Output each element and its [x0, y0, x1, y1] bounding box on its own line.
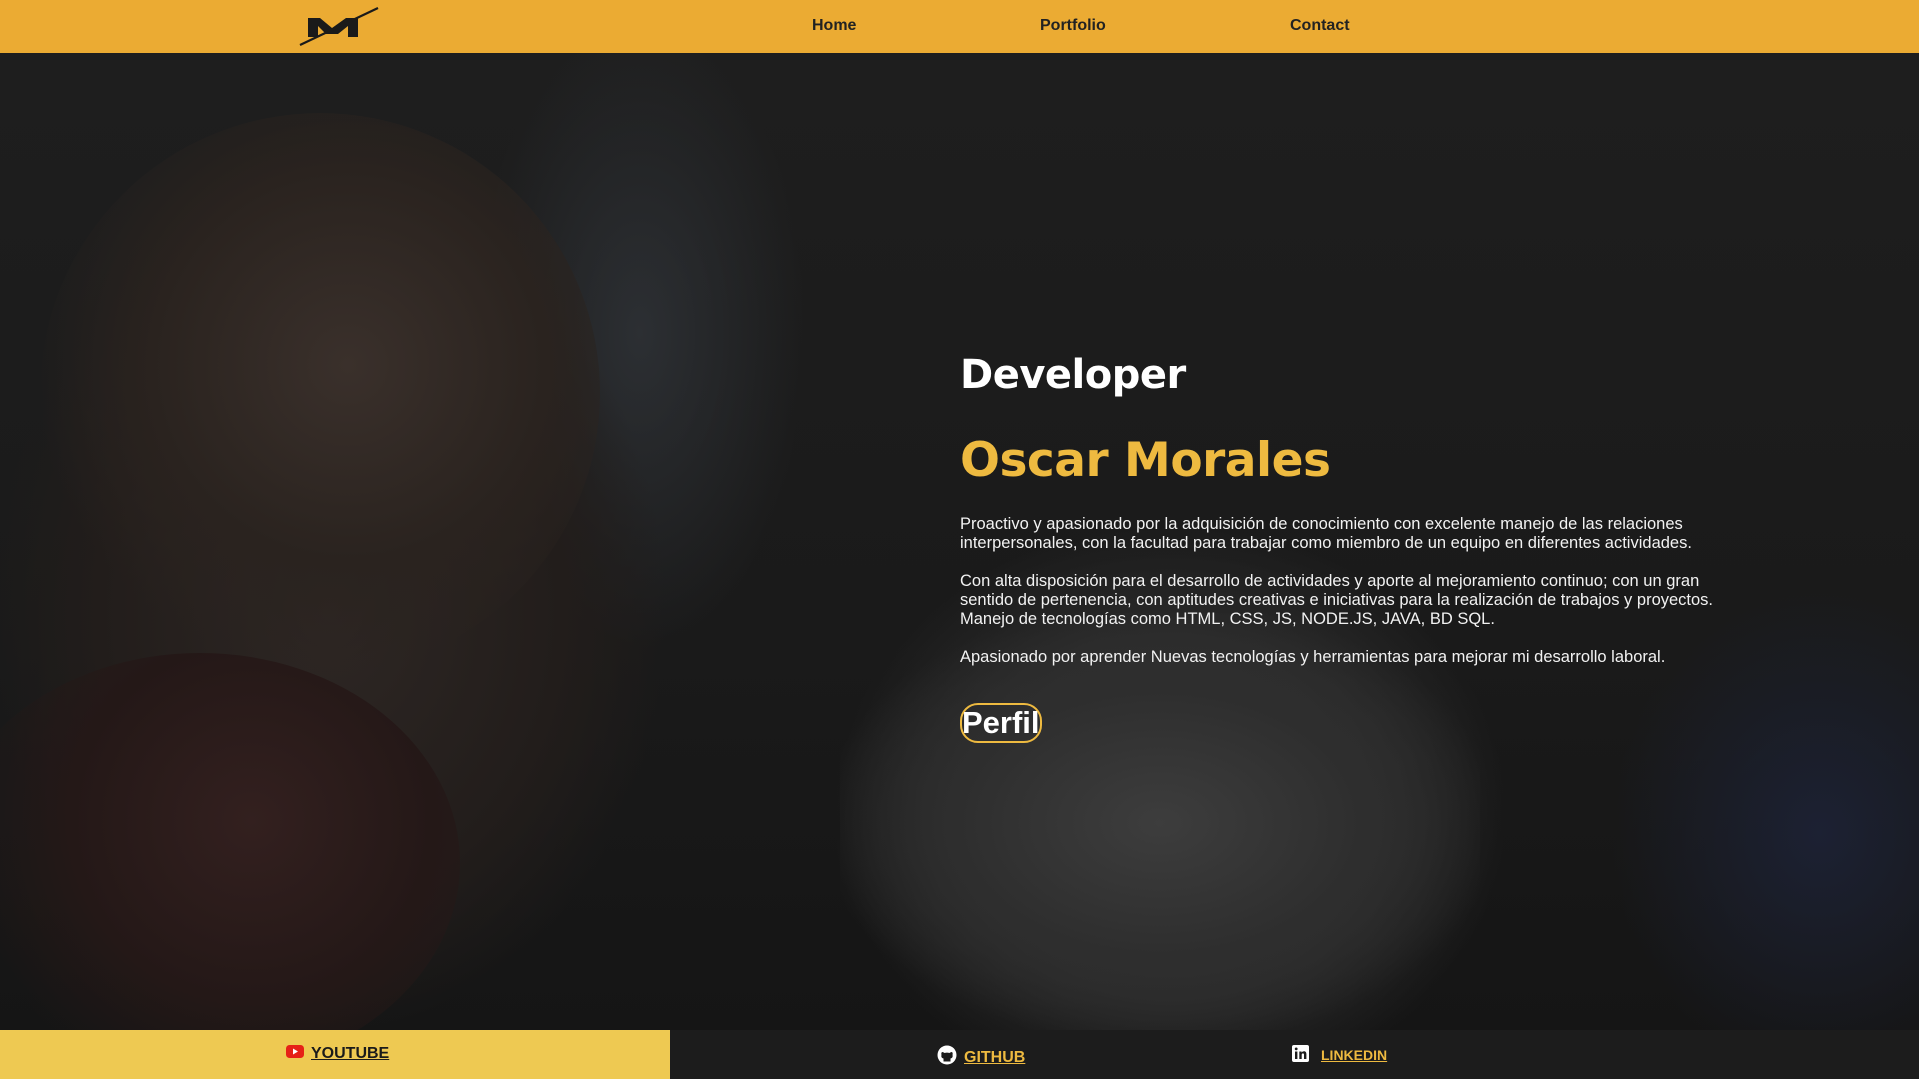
youtube-icon [286, 1045, 304, 1063]
youtube-link[interactable]: YOUTUBE [286, 1045, 389, 1063]
developer-name: Oscar Morales [960, 433, 1331, 488]
hero-section: Developer Oscar Morales Proactivo y apas… [0, 53, 1919, 1030]
github-icon [937, 1045, 957, 1070]
github-link[interactable]: GITHUB [937, 1045, 1025, 1070]
top-navbar: Home Portfolio Contact [0, 0, 1919, 53]
background-photo-shirt [0, 653, 460, 1030]
github-label: GITHUB [964, 1048, 1026, 1066]
logo-link[interactable] [298, 5, 380, 49]
bio-paragraph-2: Con alta disposición para el desarrollo … [960, 572, 1714, 628]
role-title: Developer [960, 352, 1186, 398]
nav-contact[interactable]: Contact [1290, 17, 1350, 35]
bio-paragraph-1: Proactivo y apasionado por la adquisició… [960, 515, 1692, 552]
hero-content: Developer Oscar Morales Proactivo y apas… [960, 351, 1740, 743]
bio-paragraph-3: Apasionado por aprender Nuevas tecnologí… [960, 648, 1666, 666]
nav-home[interactable]: Home [812, 17, 856, 35]
linkedin-icon [1292, 1045, 1309, 1065]
social-footer: YOUTUBE GITHUB LINKEDIN [0, 1030, 1919, 1079]
linkedin-link[interactable]: LINKEDIN [1292, 1045, 1387, 1065]
background-photo [40, 113, 600, 673]
youtube-label: YOUTUBE [311, 1045, 390, 1062]
nav-portfolio[interactable]: Portfolio [1040, 17, 1106, 35]
profile-button[interactable]: Perfil [960, 703, 1042, 743]
linkedin-label: LINKEDIN [1321, 1047, 1388, 1063]
logo-m-icon [299, 7, 379, 46]
